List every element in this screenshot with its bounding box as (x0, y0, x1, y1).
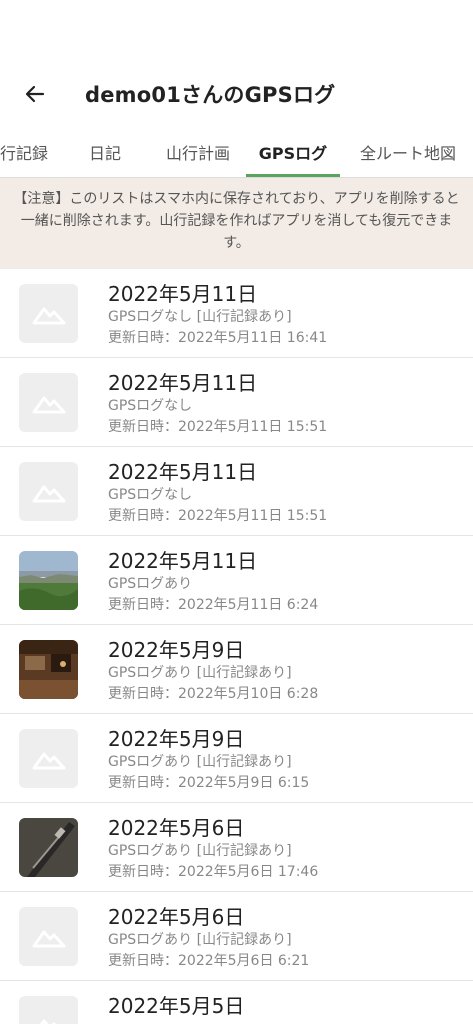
log-date: 2022年5月9日 (108, 638, 245, 662)
log-updated: 更新日時：2022年5月11日 6:24 (108, 597, 319, 613)
active-tab-indicator (246, 174, 340, 177)
log-date: 2022年5月11日 (108, 282, 258, 306)
log-status: GPSログなし (108, 487, 193, 503)
placeholder-thumbnail (19, 373, 78, 432)
list-item[interactable]: 2022年5月9日 GPSログあり [山行記録あり] 更新日時：2022年5月9… (0, 714, 473, 803)
notice-text: 【注意】このリストはスマホ内に保存されており、アプリを削除すると一緒に削除されま… (13, 191, 460, 251)
log-status: GPSログあり [山行記録あり] (108, 665, 292, 681)
landscape-photo-thumbnail (19, 551, 78, 610)
placeholder-thumbnail (19, 462, 78, 521)
mountain-icon (32, 485, 65, 502)
status-bar (0, 0, 473, 62)
tab-all-routes-map[interactable]: 全ルート地図 (348, 126, 468, 177)
placeholder-thumbnail (19, 729, 78, 788)
tab-bar: 行記録 日記 山行計画 GPSログ 全ルート地図 (0, 126, 473, 178)
log-date: 2022年5月6日 (108, 905, 245, 929)
log-status: GPSログあり (108, 576, 193, 592)
log-updated: 更新日時：2022年5月9日 6:15 (108, 775, 310, 791)
list-item[interactable]: 2022年5月11日 GPSログなし [山行記録あり] 更新日時：2022年5月… (0, 269, 473, 358)
back-button[interactable] (0, 62, 70, 126)
list-item[interactable]: 2022年5月11日 GPSログなし 更新日時：2022年5月11日 15:51 (0, 358, 473, 447)
list-item[interactable]: 2022年5月11日 GPSログあり 更新日時：2022年5月11日 6:24 (0, 536, 473, 625)
mountain-icon (32, 396, 65, 413)
log-status: GPSログなし (108, 398, 193, 414)
back-arrow-icon (25, 85, 45, 103)
page-title: demo01さんのGPSログ (85, 83, 336, 107)
log-date: 2022年5月11日 (108, 549, 258, 573)
list-item[interactable]: 2022年5月5日 (0, 981, 473, 1024)
log-status: GPSログあり [山行記録あり] (108, 843, 292, 859)
gps-log-list: 2022年5月11日 GPSログなし [山行記録あり] 更新日時：2022年5月… (0, 269, 473, 1024)
tab-plans[interactable]: 山行計画 (152, 126, 244, 177)
tab-activity-records[interactable]: 行記録 (0, 126, 50, 177)
app-bar: demo01さんのGPSログ (0, 62, 473, 126)
mountain-icon (32, 307, 65, 324)
placeholder-thumbnail (19, 996, 78, 1024)
mountain-icon (32, 752, 65, 769)
log-updated: 更新日時：2022年5月11日 15:51 (108, 508, 328, 524)
tab-gps-logs[interactable]: GPSログ (246, 126, 340, 177)
list-item[interactable]: 2022年5月9日 GPSログあり [山行記録あり] 更新日時：2022年5月1… (0, 625, 473, 714)
log-date: 2022年5月5日 (108, 994, 245, 1018)
list-item[interactable]: 2022年5月11日 GPSログなし 更新日時：2022年5月11日 15:51 (0, 447, 473, 536)
log-updated: 更新日時：2022年5月10日 6:28 (108, 686, 319, 702)
log-date: 2022年5月9日 (108, 727, 245, 751)
log-updated: 更新日時：2022年5月6日 17:46 (108, 864, 319, 880)
log-date: 2022年5月11日 (108, 460, 258, 484)
mountain-icon (32, 930, 65, 947)
object-photo-thumbnail (19, 818, 78, 877)
placeholder-thumbnail (19, 284, 78, 343)
mountain-icon (39, 1019, 56, 1024)
log-status: GPSログなし [山行記録あり] (108, 309, 292, 325)
log-status: GPSログあり [山行記録あり] (108, 932, 292, 948)
tab-diary[interactable]: 日記 (72, 126, 138, 177)
indoor-photo-thumbnail (19, 640, 78, 699)
log-updated: 更新日時：2022年5月11日 15:51 (108, 419, 328, 435)
list-item[interactable]: 2022年5月6日 GPSログあり [山行記録あり] 更新日時：2022年5月6… (0, 803, 473, 892)
log-updated: 更新日時：2022年5月6日 6:21 (108, 953, 310, 969)
list-item[interactable]: 2022年5月6日 GPSログあり [山行記録あり] 更新日時：2022年5月6… (0, 892, 473, 981)
log-date: 2022年5月11日 (108, 371, 258, 395)
placeholder-thumbnail (19, 907, 78, 966)
log-date: 2022年5月6日 (108, 816, 245, 840)
log-updated: 更新日時：2022年5月11日 16:41 (108, 330, 328, 346)
log-status: GPSログあり [山行記録あり] (108, 754, 292, 770)
notice-banner: 【注意】このリストはスマホ内に保存されており、アプリを削除すると一緒に削除されま… (0, 178, 473, 269)
